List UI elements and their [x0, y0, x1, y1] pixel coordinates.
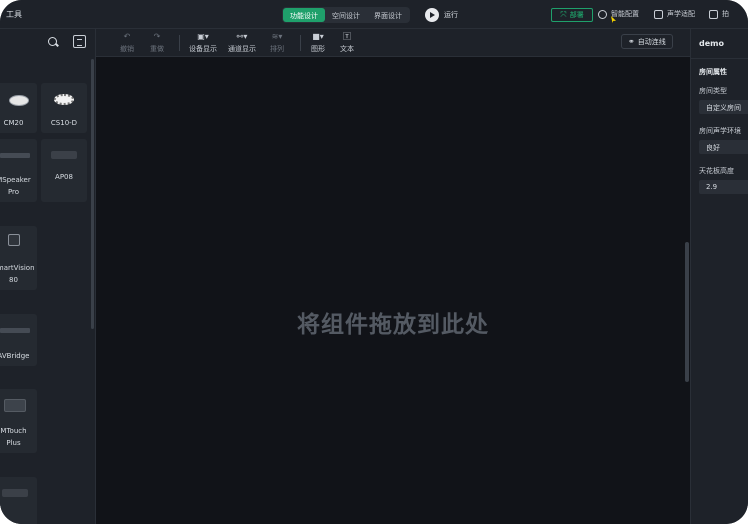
- text-button[interactable]: 🅃 文本: [340, 32, 354, 54]
- device-label: AP08: [55, 173, 73, 181]
- acoustic-env-label: 房间声学环境: [699, 127, 741, 135]
- arrange-label: 排列: [270, 45, 284, 53]
- shape-button[interactable]: ■▾ 图形: [311, 32, 325, 54]
- smart-config-label: 智能配置: [611, 10, 639, 18]
- device-label: CM20: [3, 119, 24, 127]
- app-window: 工具 功能设计 空间设计 界面设计 运行 ⤧ 部署 智能配置 声学适配 拍 CM…: [0, 0, 748, 524]
- device-label: Pro: [7, 188, 20, 196]
- play-icon: [425, 7, 439, 22]
- acoustic-adapt-button[interactable]: 声学适配: [654, 9, 695, 19]
- redo-label: 重做: [150, 45, 164, 53]
- device-card-avbridge[interactable]: AVBridge: [0, 314, 37, 366]
- device-card-mtouch-plus[interactable]: MTouch Plus: [0, 389, 37, 453]
- device-label: CS10-D: [50, 119, 78, 127]
- top-bar: 工具 功能设计 空间设计 界面设计 运行 ⤧ 部署 智能配置 声学适配 拍: [0, 0, 748, 29]
- deploy-icon: ⤧: [560, 10, 567, 19]
- tab-function-design[interactable]: 功能设计: [283, 8, 325, 22]
- device-display-button[interactable]: ▣▾ 设备显示: [189, 32, 217, 54]
- device-card-cm20[interactable]: CM20: [0, 83, 37, 133]
- text-label: 文本: [340, 45, 354, 53]
- device-display-icon: ▣▾: [197, 32, 209, 41]
- channel-display-icon: ⚯▾: [236, 32, 248, 41]
- room-properties-heading: 房间属性: [699, 68, 727, 76]
- device-card-ap08[interactable]: AP08: [41, 139, 87, 202]
- room-type-select[interactable]: 自定义房间: [699, 100, 748, 114]
- canvas-scrollbar[interactable]: [685, 242, 689, 382]
- camera-icon: [8, 234, 20, 246]
- device-label: MSpeaker: [0, 176, 31, 184]
- redo-button[interactable]: ↷ 重做: [150, 32, 164, 54]
- layers-icon: ≋▾: [271, 32, 283, 41]
- run-label: 运行: [444, 10, 458, 19]
- run-button[interactable]: 运行: [425, 6, 458, 23]
- filter-icon[interactable]: [73, 35, 86, 48]
- device-thumbnail-icon: [2, 489, 28, 497]
- touch-panel-icon: [4, 399, 26, 412]
- shape-icon: ■▾: [312, 32, 324, 41]
- auto-wire-label: 自动连线: [637, 37, 666, 46]
- undo-label: 撤销: [120, 45, 134, 53]
- device-label: SmartVision: [0, 264, 35, 272]
- channel-display-label: 通道显示: [228, 45, 256, 53]
- device-label: MTouch: [0, 427, 27, 435]
- canvas-drop-hint: 将组件拖放到此处: [297, 312, 489, 338]
- ceiling-mic-icon: [9, 95, 29, 106]
- extra-action-button[interactable]: 拍: [709, 9, 729, 19]
- device-label: AVBridge: [0, 352, 30, 360]
- text-icon: 🅃: [343, 32, 351, 41]
- acoustic-env-select[interactable]: 良好: [699, 140, 748, 154]
- device-card-mspeaker-pro[interactable]: MSpeaker Pro: [0, 139, 37, 202]
- soundbar-icon: [0, 153, 30, 158]
- smart-config-icon: [598, 9, 607, 19]
- undo-icon: ↶: [123, 32, 131, 41]
- device-library-panel: CM20 CS10-D MSpeaker Pro AP08 SmartVisio…: [0, 29, 96, 524]
- arrange-button[interactable]: ≋▾ 排列: [270, 32, 284, 54]
- undo-button[interactable]: ↶ 撤销: [120, 32, 134, 54]
- app-title: 工具: [6, 10, 22, 19]
- project-name: demo: [699, 39, 724, 48]
- acoustic-label: 声学适配: [667, 10, 695, 18]
- design-canvas[interactable]: 将组件拖放到此处: [96, 57, 690, 524]
- ceiling-speaker-icon: [54, 94, 74, 105]
- device-card-partial[interactable]: [0, 477, 37, 524]
- search-icon[interactable]: [48, 37, 57, 46]
- device-label: Plus: [6, 439, 21, 447]
- amplifier-icon: [51, 151, 77, 159]
- auto-wire-button[interactable]: ⚭ 自动连线: [621, 34, 673, 49]
- channel-display-button[interactable]: ⚯▾ 通道显示: [228, 32, 256, 54]
- device-card-cs10-d[interactable]: CS10-D: [41, 83, 87, 133]
- redo-icon: ↷: [153, 32, 161, 41]
- panel-divider: [691, 58, 748, 59]
- device-label: 80: [9, 276, 18, 284]
- ceiling-height-label: 天花板高度: [699, 167, 734, 175]
- toolbar-divider: [179, 35, 180, 51]
- acoustic-icon: [654, 9, 663, 19]
- deploy-label: 部署: [569, 11, 584, 19]
- extra-action-label: 拍: [722, 10, 729, 18]
- mode-tabs: 功能设计 空间设计 界面设计: [282, 7, 410, 23]
- bridge-box-icon: [0, 328, 30, 333]
- tab-space-design[interactable]: 空间设计: [325, 8, 367, 22]
- smart-config-button[interactable]: 智能配置: [598, 9, 639, 19]
- ceiling-height-input[interactable]: 2.9: [699, 180, 748, 194]
- editor-toolbar: ↶ 撤销 ↷ 重做 ▣▾ 设备显示 ⚯▾ 通道显示 ≋▾ 排列 ■▾ 图形 🅃 …: [96, 29, 690, 57]
- library-scrollbar[interactable]: [91, 59, 94, 329]
- device-display-label: 设备显示: [189, 45, 217, 53]
- link-icon: ⚭: [628, 37, 635, 46]
- toolbar-divider: [300, 35, 301, 51]
- extra-action-icon: [709, 9, 718, 19]
- tab-ui-design[interactable]: 界面设计: [367, 8, 409, 22]
- properties-panel: demo 房间属性 房间类型 自定义房间 房间声学环境 良好 天花板高度 2.9: [690, 29, 748, 524]
- shape-label: 图形: [311, 45, 325, 53]
- deploy-button[interactable]: ⤧ 部署: [551, 8, 593, 22]
- device-card-smartvision-80[interactable]: SmartVision 80: [0, 226, 37, 290]
- room-type-label: 房间类型: [699, 87, 727, 95]
